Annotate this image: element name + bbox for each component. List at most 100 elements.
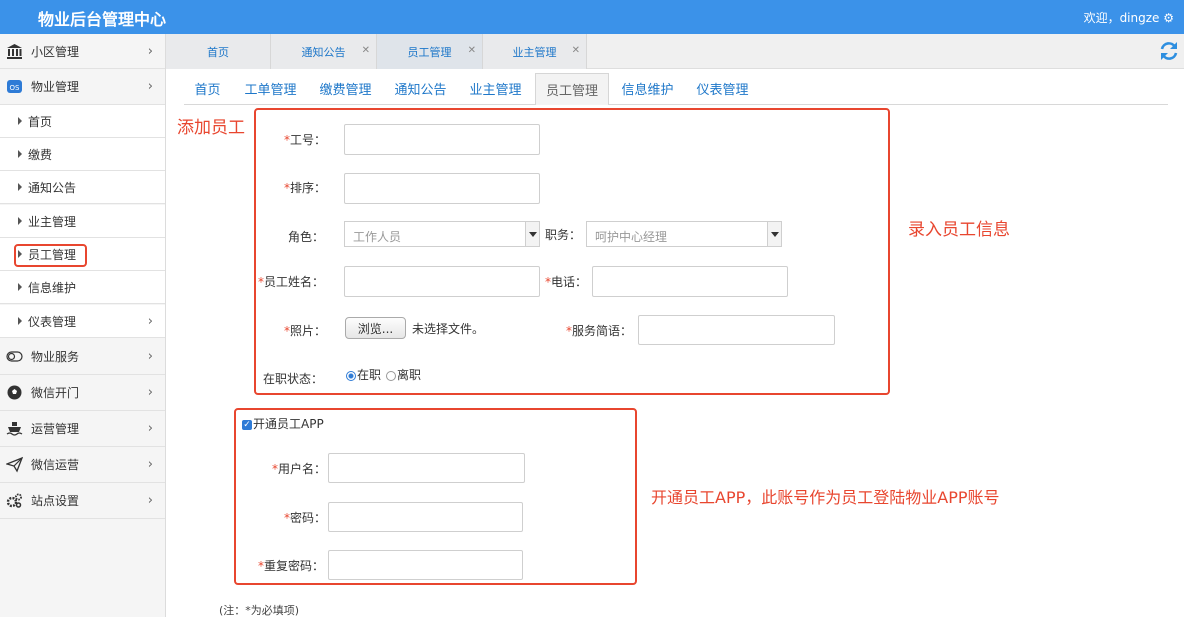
tab-label: 首页 [207,45,229,59]
refresh-icon[interactable] [1158,40,1180,62]
repeat-password-input[interactable] [328,550,523,580]
subnav-owners[interactable]: 业主管理 [462,72,529,105]
photo-label: *照片： [284,324,327,338]
chevron-right-icon: › [147,385,153,400]
sidebar-item-label: 物业服务 [31,350,80,364]
sidebar: 小区管理 › OS 物业管理 › 首页 缴费 通知公告 业主管理 员工管理 信息… [0,34,166,617]
sub-navigation: 首页 工单管理 缴费管理 通知公告 业主管理 员工管理 信息维护 仪表管理 [184,72,1168,105]
sidebar-subitem-owners[interactable]: 业主管理 [0,205,165,238]
job-number-label: *工号： [284,133,327,147]
tab-label: 业主管理 [512,45,557,59]
sidebar-subitem-info[interactable]: 信息维护 [0,271,165,304]
sidebar-subitem-meters[interactable]: 仪表管理 › [0,305,165,338]
sidebar-subitem-payment[interactable]: 缴费 [0,138,165,171]
sidebar-subitem-label: 仪表管理 [28,314,77,329]
sidebar-item-wechat-ops[interactable]: 微信运营 › [0,447,165,483]
position-select[interactable]: 呵护中心经理 [586,221,782,247]
job-number-input[interactable] [344,124,540,155]
close-icon[interactable]: ✕ [468,45,476,56]
top-bar: 物业后台管理中心 欢迎，dingze ⚙ [0,0,1184,34]
chevron-down-icon [525,222,539,246]
subnav-payment[interactable]: 缴费管理 [312,72,379,105]
employee-name-label: *员工姓名： [258,275,325,289]
position-label: 职务： [545,228,582,242]
tab-label: 通知公告 [301,45,346,59]
close-icon[interactable]: ✕ [572,45,580,56]
sidebar-item-label: 微信开门 [31,386,80,400]
tab-owners[interactable]: 业主管理 ✕ [483,34,587,69]
chevron-right-icon: › [147,349,153,364]
service-motto-input[interactable] [638,315,835,345]
subnav-notice[interactable]: 通知公告 [387,72,454,105]
chevron-right-icon: › [147,313,153,329]
caret-right-icon [18,150,22,158]
sidebar-subitem-label: 通知公告 [28,180,77,195]
sidebar-item-community[interactable]: 小区管理 › [0,34,165,69]
sidebar-item-operations[interactable]: 运营管理 › [0,411,165,447]
tab-notice[interactable]: 通知公告 ✕ [271,34,377,69]
chevron-right-icon: › [147,493,153,508]
status-on-label: 在职 [357,368,382,382]
sidebar-item-label: 微信运营 [31,458,80,472]
sidebar-item-label: 物业管理 [31,80,80,94]
chevron-right-icon: › [147,457,153,472]
sidebar-subitem-notice[interactable]: 通知公告 [0,171,165,204]
sidebar-subitem-label: 缴费 [28,147,53,162]
browse-button[interactable]: 浏览... [345,317,406,339]
password-label: *密码： [284,511,327,525]
enable-app-checkbox[interactable]: ✓ [242,420,252,430]
status-off-label: 离职 [397,368,422,382]
password-input[interactable] [328,502,523,532]
username-label: *用户名： [272,462,327,476]
chevron-right-icon: › [147,79,153,94]
sidebar-subitem-label: 首页 [28,114,53,129]
required-note: (注：*为必填项) [219,604,300,617]
subnav-workorders[interactable]: 工单管理 [237,72,304,105]
status-off-radio[interactable] [386,371,396,381]
role-select[interactable]: 工作人员 [344,221,540,247]
sidebar-item-label: 小区管理 [31,44,80,59]
app-title: 物业后台管理中心 [38,10,167,29]
caret-right-icon [18,183,22,191]
phone-input[interactable] [592,266,788,297]
soccer-icon [7,385,22,400]
username-input[interactable] [328,453,525,483]
sidebar-subitem-label: 业主管理 [28,214,77,229]
sidebar-item-label: 站点设置 [31,494,80,508]
tab-label: 员工管理 [407,45,452,59]
employment-status-label: 在职状态： [263,372,324,386]
os-icon: OS [7,80,22,93]
sidebar-item-site-settings[interactable]: 站点设置 › [0,483,165,519]
sidebar-item-wechat-door[interactable]: 微信开门 › [0,375,165,411]
toggle-icon [6,351,23,362]
welcome-user[interactable]: 欢迎，dingze ⚙ [1084,9,1174,26]
subnav-info[interactable]: 信息维护 [614,72,681,105]
status-on-radio[interactable] [346,371,356,381]
chevron-right-icon: › [147,43,153,59]
tab-home[interactable]: 首页 [166,34,271,69]
subnav-home[interactable]: 首页 [184,72,231,105]
sidebar-subitem-home[interactable]: 首页 [0,105,165,138]
sort-input[interactable] [344,173,540,204]
caret-right-icon [18,117,22,125]
sidebar-item-service[interactable]: 物业服务 › [0,339,165,375]
tab-employees[interactable]: 员工管理 ✕ [377,34,483,69]
position-select-value: 呵护中心经理 [595,230,668,244]
bank-icon [7,43,22,59]
employee-name-input[interactable] [344,266,540,297]
service-motto-label: *服务简语： [566,324,633,338]
subnav-meters[interactable]: 仪表管理 [689,72,756,105]
repeat-password-label: *重复密码： [258,559,325,573]
sidebar-subitem-label: 信息维护 [28,280,77,295]
annotation-app-account: 开通员工APP，此账号作为员工登陆物业APP账号 [651,488,1000,507]
caret-right-icon [18,317,22,325]
sort-label: *排序： [284,181,327,195]
sidebar-item-property[interactable]: OS 物业管理 › [0,69,165,105]
close-icon[interactable]: ✕ [362,45,370,56]
subnav-employees[interactable]: 员工管理 [535,73,609,105]
sidebar-item-label: 运营管理 [31,422,80,436]
annotation-add-employee: 添加员工 [177,118,245,138]
role-label: 角色： [288,230,325,244]
tab-bar: 首页 通知公告 ✕ 员工管理 ✕ 业主管理 ✕ [166,34,1184,69]
caret-right-icon [18,217,22,225]
